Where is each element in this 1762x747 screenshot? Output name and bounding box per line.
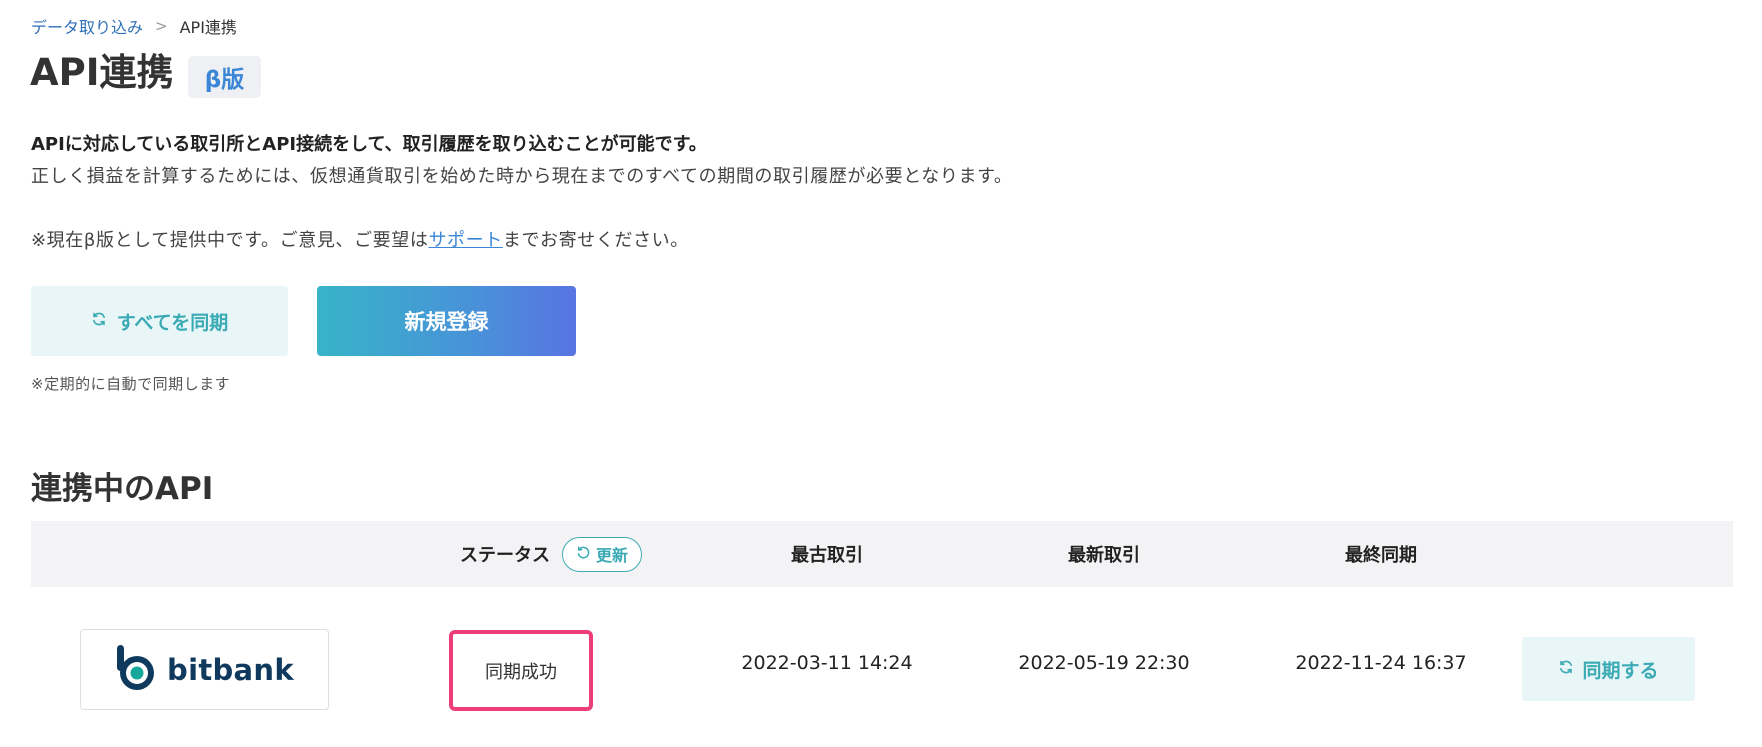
- description-text: 正しく損益を計算するためには、仮想通貨取引を始めた時から現在までのすべての期間の…: [31, 166, 1013, 187]
- header-status: ステータス 更新: [421, 521, 681, 587]
- beta-note-prefix: ※現在β版として提供中です。ご意見、ご要望は: [31, 230, 429, 251]
- support-link[interactable]: サポート: [428, 230, 502, 251]
- breadcrumb-current: API連携: [179, 18, 237, 37]
- refresh-label: 更新: [595, 546, 628, 565]
- last-sync-value: 2022-11-24 16:37: [1295, 652, 1467, 674]
- refresh-icon: [1558, 658, 1574, 680]
- new-registration-label: 新規登録: [404, 310, 489, 334]
- breadcrumb-separator: >: [155, 17, 168, 35]
- status-badge: 同期成功: [449, 630, 593, 711]
- header-status-label: ステータス: [459, 545, 550, 566]
- sync-all-label: すべてを同期: [116, 311, 229, 334]
- breadcrumb-link-data-import[interactable]: データ取り込み: [31, 14, 143, 38]
- exchange-name: bitbank: [167, 652, 294, 687]
- latest-trade-value: 2022-05-19 22:30: [1018, 652, 1190, 674]
- beta-note-suffix: までお寄せください。: [502, 230, 689, 251]
- section-title: 連携中のAPI: [31, 471, 214, 507]
- header-latest: 最新取引: [1068, 545, 1140, 566]
- oldest-trade-value: 2022-03-11 14:24: [741, 652, 913, 674]
- header-oldest: 最古取引: [791, 545, 863, 566]
- bitbank-logo-icon: [115, 644, 159, 696]
- table-header: ステータス 更新 最古取引 最新取引 最終同期: [31, 521, 1733, 587]
- beta-badge: β版: [188, 56, 261, 98]
- sync-button-label: 同期する: [1582, 659, 1659, 682]
- new-registration-button[interactable]: 新規登録: [317, 286, 576, 356]
- page-title: API連携: [30, 51, 174, 94]
- refresh-icon: [576, 545, 591, 564]
- sync-button[interactable]: 同期する: [1522, 637, 1695, 701]
- exchange-logo: bitbank: [80, 629, 329, 710]
- refresh-status-button[interactable]: 更新: [561, 536, 642, 572]
- auto-sync-note: ※定期的に自動で同期します: [31, 375, 231, 393]
- description-lead: APIに対応している取引所とAPI接続をして、取引履歴を取り込むことが可能です。: [31, 134, 707, 155]
- refresh-icon: [91, 310, 107, 332]
- beta-note: ※現在β版として提供中です。ご意見、ご要望はサポートまでお寄せください。: [31, 226, 689, 252]
- breadcrumb: データ取り込み > API連携: [31, 14, 237, 38]
- header-last-sync: 最終同期: [1345, 545, 1417, 566]
- sync-all-button[interactable]: すべてを同期: [31, 286, 288, 356]
